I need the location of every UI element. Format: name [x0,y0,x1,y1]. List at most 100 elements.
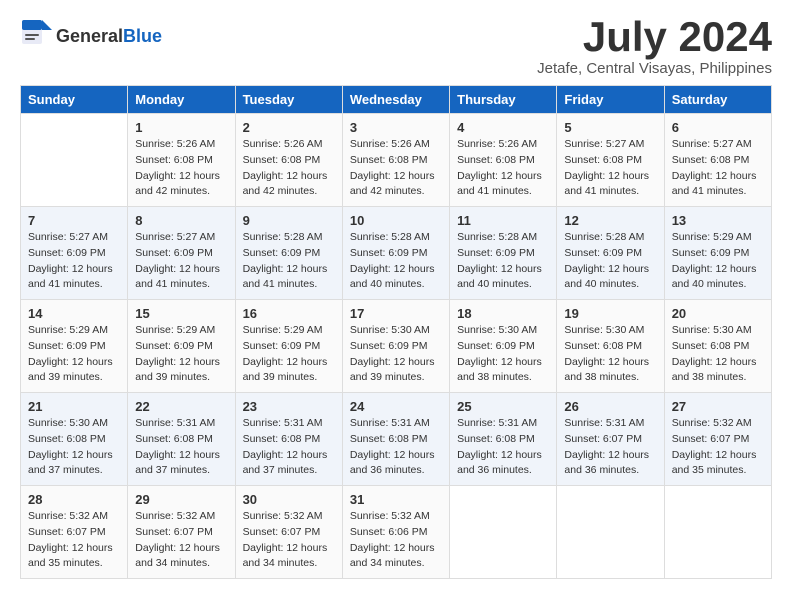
day-number: 7 [28,213,120,228]
logo-icon [20,16,52,52]
day-number: 14 [28,306,120,321]
calendar-week-row: 21 Sunrise: 5:30 AMSunset: 6:08 PMDayligh… [21,393,772,486]
calendar-table: SundayMondayTuesdayWednesdayThursdayFrid… [20,85,772,579]
day-info: Sunrise: 5:29 AMSunset: 6:09 PMDaylight:… [28,323,120,386]
day-number: 11 [457,213,549,228]
day-header-friday: Friday [557,86,664,114]
day-number: 19 [564,306,656,321]
day-info: Sunrise: 5:30 AMSunset: 6:08 PMDaylight:… [672,323,764,386]
day-header-sunday: Sunday [21,86,128,114]
calendar-cell: 13Sunrise: 5:29 AMSunset: 6:09 PMDayligh… [664,207,771,300]
day-info: Sunrise: 5:27 AMSunset: 6:08 PMDaylight:… [564,137,656,200]
calendar-cell: 31 Sunrise: 5:32 AMSunset: 6:06 PMDayligh… [342,486,449,579]
day-info: Sunrise: 5:31 AMSunset: 6:07 PMDaylight:… [564,416,656,479]
day-number: 2 [243,120,335,135]
calendar-cell: 9 Sunrise: 5:28 AMSunset: 6:09 PMDaylight… [235,207,342,300]
calendar-week-row: 7 Sunrise: 5:27 AMSunset: 6:09 PMDaylight… [21,207,772,300]
day-info: Sunrise: 5:28 AMSunset: 6:09 PMDaylight:… [243,230,335,293]
day-info: Sunrise: 5:32 AMSunset: 6:06 PMDaylight:… [350,509,442,572]
calendar-cell: 19Sunrise: 5:30 AMSunset: 6:08 PMDayligh… [557,300,664,393]
calendar-cell: 28Sunrise: 5:32 AMSunset: 6:07 PMDayligh… [21,486,128,579]
day-info: Sunrise: 5:30 AMSunset: 6:09 PMDaylight:… [350,323,442,386]
day-info: Sunrise: 5:31 AMSunset: 6:08 PMDaylight:… [243,416,335,479]
calendar-cell: 10 Sunrise: 5:28 AMSunset: 6:09 PMDayligh… [342,207,449,300]
calendar-header-row: SundayMondayTuesdayWednesdayThursdayFrid… [21,86,772,114]
calendar-cell: 11 Sunrise: 5:28 AMSunset: 6:09 PMDayligh… [450,207,557,300]
calendar-cell: 14 Sunrise: 5:29 AMSunset: 6:09 PMDayligh… [21,300,128,393]
day-number: 31 [350,492,442,507]
calendar-week-row: 1 Sunrise: 5:26 AMSunset: 6:08 PMDaylight… [21,114,772,207]
day-number: 15 [135,306,227,321]
day-info: Sunrise: 5:31 AMSunset: 6:08 PMDaylight:… [457,416,549,479]
calendar-cell: 8 Sunrise: 5:27 AMSunset: 6:09 PMDaylight… [128,207,235,300]
day-number: 29 [135,492,227,507]
day-info: Sunrise: 5:27 AMSunset: 6:09 PMDaylight:… [28,230,120,293]
calendar-cell: 17Sunrise: 5:30 AMSunset: 6:09 PMDayligh… [342,300,449,393]
day-info: Sunrise: 5:26 AMSunset: 6:08 PMDaylight:… [135,137,227,200]
calendar-cell: 1 Sunrise: 5:26 AMSunset: 6:08 PMDaylight… [128,114,235,207]
day-number: 9 [243,213,335,228]
calendar-week-row: 14 Sunrise: 5:29 AMSunset: 6:09 PMDayligh… [21,300,772,393]
calendar-cell: 25 Sunrise: 5:31 AMSunset: 6:08 PMDayligh… [450,393,557,486]
calendar-cell: 21 Sunrise: 5:30 AMSunset: 6:08 PMDayligh… [21,393,128,486]
day-number: 8 [135,213,227,228]
day-number: 18 [457,306,549,321]
day-number: 6 [672,120,764,135]
calendar-cell: 5 Sunrise: 5:27 AMSunset: 6:08 PMDaylight… [557,114,664,207]
calendar-cell [21,114,128,207]
calendar-cell: 23 Sunrise: 5:31 AMSunset: 6:08 PMDayligh… [235,393,342,486]
day-info: Sunrise: 5:28 AMSunset: 6:09 PMDaylight:… [457,230,549,293]
day-number: 25 [457,399,549,414]
calendar-cell [557,486,664,579]
day-info: Sunrise: 5:27 AMSunset: 6:09 PMDaylight:… [135,230,227,293]
calendar-cell: 20 Sunrise: 5:30 AMSunset: 6:08 PMDayligh… [664,300,771,393]
day-info: Sunrise: 5:26 AMSunset: 6:08 PMDaylight:… [457,137,549,200]
calendar-cell: 12Sunrise: 5:28 AMSunset: 6:09 PMDayligh… [557,207,664,300]
calendar-cell: 6 Sunrise: 5:27 AMSunset: 6:08 PMDaylight… [664,114,771,207]
day-header-thursday: Thursday [450,86,557,114]
calendar-cell: 27Sunrise: 5:32 AMSunset: 6:07 PMDayligh… [664,393,771,486]
page-header: General Blue July 2024 Jetafe, Central V… [20,16,772,77]
calendar-cell: 3Sunrise: 5:26 AMSunset: 6:08 PMDaylight… [342,114,449,207]
calendar-cell: 2Sunrise: 5:26 AMSunset: 6:08 PMDaylight… [235,114,342,207]
logo-blue-text: Blue [123,26,162,47]
day-number: 10 [350,213,442,228]
day-info: Sunrise: 5:26 AMSunset: 6:08 PMDaylight:… [350,137,442,200]
day-header-tuesday: Tuesday [235,86,342,114]
day-info: Sunrise: 5:27 AMSunset: 6:08 PMDaylight:… [672,137,764,200]
day-number: 24 [350,399,442,414]
calendar-cell [664,486,771,579]
logo: General Blue [20,16,162,57]
day-number: 23 [243,399,335,414]
calendar-cell: 24Sunrise: 5:31 AMSunset: 6:08 PMDayligh… [342,393,449,486]
day-number: 30 [243,492,335,507]
calendar-cell: 7 Sunrise: 5:27 AMSunset: 6:09 PMDaylight… [21,207,128,300]
day-header-saturday: Saturday [664,86,771,114]
month-title: July 2024 [537,16,772,58]
day-number: 1 [135,120,227,135]
calendar-cell: 15 Sunrise: 5:29 AMSunset: 6:09 PMDayligh… [128,300,235,393]
day-info: Sunrise: 5:32 AMSunset: 6:07 PMDaylight:… [243,509,335,572]
day-number: 20 [672,306,764,321]
day-info: Sunrise: 5:30 AMSunset: 6:08 PMDaylight:… [28,416,120,479]
calendar-cell: 22 Sunrise: 5:31 AMSunset: 6:08 PMDayligh… [128,393,235,486]
day-info: Sunrise: 5:28 AMSunset: 6:09 PMDaylight:… [350,230,442,293]
day-number: 28 [28,492,120,507]
calendar-week-row: 28 Sunrise: 5:32 AMSunset: 6:07 PMDayligh… [21,486,772,579]
day-info: Sunrise: 5:29 AMSunset: 6:09 PMDaylight:… [243,323,335,386]
day-number: 5 [564,120,656,135]
day-header-monday: Monday [128,86,235,114]
day-info: Sunrise: 5:29 AMSunset: 6:09 PMDaylight:… [135,323,227,386]
day-number: 21 [28,399,120,414]
day-info: Sunrise: 5:31 AMSunset: 6:08 PMDaylight:… [135,416,227,479]
calendar-cell: 29Sunrise: 5:32 AMSunset: 6:07 PMDayligh… [128,486,235,579]
day-header-wednesday: Wednesday [342,86,449,114]
day-info: Sunrise: 5:32 AMSunset: 6:07 PMDaylight:… [672,416,764,479]
day-number: 16 [243,306,335,321]
day-number: 22 [135,399,227,414]
day-info: Sunrise: 5:28 AMSunset: 6:09 PMDaylight:… [564,230,656,293]
calendar-cell: 30 Sunrise: 5:32 AMSunset: 6:07 PMDayligh… [235,486,342,579]
calendar-cell: 16 Sunrise: 5:29 AMSunset: 6:09 PMDayligh… [235,300,342,393]
logo-general-text: General [56,26,123,47]
day-number: 13 [672,213,764,228]
